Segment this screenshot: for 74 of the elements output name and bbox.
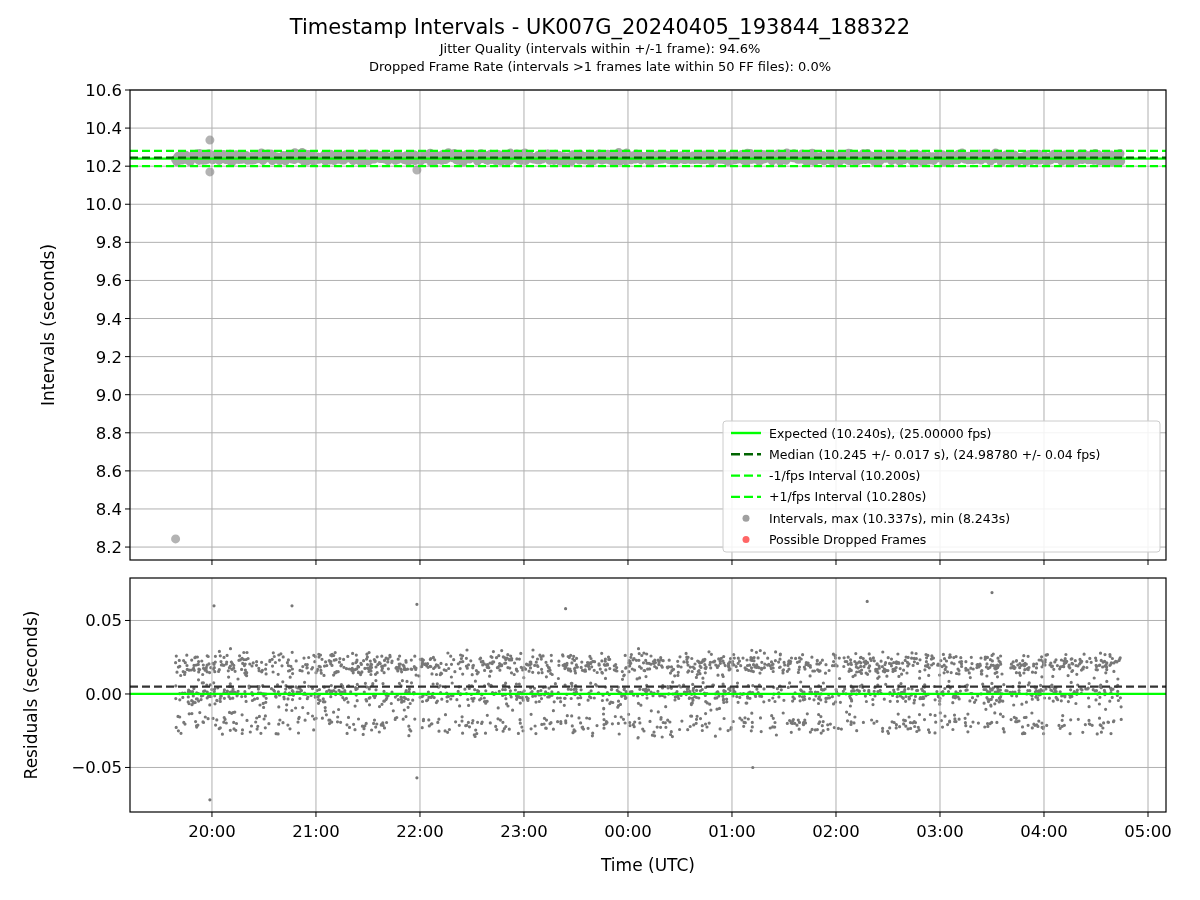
tick-mark: [124, 127, 131, 129]
legend-label: -1/fps Interval (10.200s): [769, 468, 921, 484]
x-tick-label: 04:00: [1020, 822, 1068, 841]
legend-label: Expected (10.240s), (25.00000 fps): [769, 425, 992, 441]
tick-mark: [124, 470, 131, 472]
tick-mark: [124, 203, 131, 205]
y-tick-label: 10.4: [85, 119, 122, 139]
tick-mark: [124, 620, 131, 621]
legend-label: Median (10.245 +/- 0.017 s), (24.98780 +/- 0.04 fps): [769, 446, 1101, 462]
legend-label: Intervals, max (10.337s), min (8.243s): [769, 510, 1011, 526]
chart-subtitle: Dropped Frame Rate (intervals >1 frames late within 50 FF files): 0.0%: [368, 58, 832, 76]
tick-mark: [523, 559, 525, 566]
tick-mark: [124, 89, 131, 91]
tick-mark: [1147, 811, 1149, 818]
tick-mark: [124, 356, 131, 358]
tick-mark: [1147, 559, 1149, 566]
y-tick-label: 10.0: [85, 195, 122, 215]
tick-mark: [835, 811, 837, 818]
tick-mark: [419, 559, 421, 566]
tick-mark: [124, 508, 131, 510]
y-tick-label: 0.05: [85, 611, 122, 631]
y-tick-label: 10.6: [85, 81, 122, 100]
y-tick-label: −0.05: [71, 758, 122, 778]
tick-mark: [939, 559, 941, 566]
tick-mark: [124, 432, 131, 434]
tick-mark: [124, 766, 131, 768]
y-tick-label: 9.2: [95, 347, 122, 367]
tick-mark: [315, 559, 317, 566]
x-tick-label: 23:00: [500, 822, 548, 841]
y-axis-label: Intervals (seconds): [38, 243, 58, 407]
legend-label: +1/fps Interval (10.280s): [769, 489, 927, 505]
tick-mark: [124, 318, 131, 320]
y-tick-label: 8.4: [95, 499, 122, 519]
x-tick-label: 02:00: [812, 822, 860, 841]
x-tick-label: 00:00: [604, 822, 652, 841]
tick-mark: [627, 811, 629, 818]
tick-mark: [939, 811, 941, 818]
tick-mark: [124, 546, 131, 548]
tick-mark: [523, 811, 525, 818]
tick-mark: [835, 559, 837, 566]
x-tick-label: 05:00: [1124, 822, 1172, 841]
tick-mark: [627, 559, 629, 566]
x-axis-label: Time (UTC): [601, 855, 695, 875]
tick-mark: [211, 559, 213, 566]
y-tick-label: 10.2: [85, 157, 122, 177]
tick-mark: [419, 811, 421, 818]
tick-mark: [124, 241, 131, 243]
y-tick-label: 8.2: [95, 538, 122, 558]
y-tick-label: 0.00: [85, 684, 122, 704]
y-tick-label: 8.8: [95, 423, 122, 443]
x-tick-label: 21:00: [292, 822, 340, 841]
legend-label: Possible Dropped Frames: [769, 532, 927, 547]
chart-title: Timestamp Intervals - UK007G_20240405_193844_188322: [289, 14, 911, 40]
tick-mark: [211, 811, 213, 818]
x-tick-label: 01:00: [708, 822, 756, 841]
tick-mark: [1043, 811, 1045, 818]
y-axis-label: Residuals (seconds): [21, 610, 41, 780]
chart-subtitle: Jitter Quality (intervals within +/-1 frame): 94.6%: [439, 40, 761, 58]
tick-mark: [124, 693, 131, 695]
y-tick-label: 8.6: [95, 461, 122, 481]
tick-mark: [315, 811, 317, 818]
x-tick-label: 22:00: [396, 822, 444, 841]
y-tick-label: 9.0: [95, 385, 122, 405]
tick-mark: [731, 811, 733, 818]
tick-mark: [1043, 559, 1045, 566]
tick-mark: [124, 165, 131, 167]
x-tick-label: 03:00: [916, 822, 964, 841]
y-tick-label: 9.6: [95, 271, 122, 291]
x-tick-label: 20:00: [188, 822, 236, 841]
tick-mark: [124, 279, 131, 281]
y-tick-label: 9.4: [95, 309, 122, 329]
tick-mark: [124, 394, 131, 396]
tick-mark: [731, 559, 733, 566]
y-tick-label: 9.8: [95, 233, 122, 253]
